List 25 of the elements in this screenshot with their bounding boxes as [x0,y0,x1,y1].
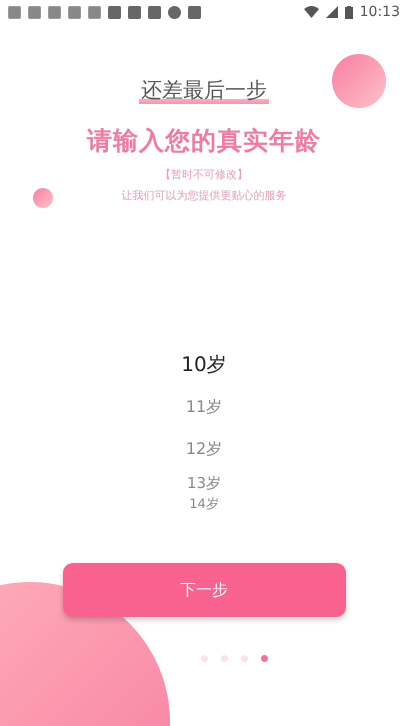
notification-icon [68,6,81,18]
notification-icon [108,6,121,18]
status-time: 10:13 [360,4,400,20]
note-text: 【暂时不可修改】 [160,167,248,182]
notification-icon [128,6,141,18]
notification-icon [88,6,101,18]
notification-icon [148,6,161,18]
decorative-circle [332,54,386,108]
age-option[interactable]: 11岁 [186,385,222,429]
subtitle-text: 让我们可以为您提供更贴心的服务 [122,188,286,203]
wifi-icon [304,6,319,18]
signal-icon [326,6,338,18]
notification-icon [168,6,181,18]
battery-icon [344,6,353,18]
decorative-circle [33,188,53,208]
age-option[interactable]: 10岁 [181,343,227,385]
notification-icon [188,6,201,18]
age-option[interactable]: 14岁 [189,497,219,513]
page-title: 请输入您的真实年龄 [87,125,321,157]
notification-icon [48,6,61,18]
notification-icon [8,6,21,18]
notification-icon [28,6,41,18]
next-button[interactable]: 下一步 [62,563,346,617]
age-option[interactable]: 13岁 [186,469,222,497]
age-option[interactable]: 12岁 [186,429,222,469]
